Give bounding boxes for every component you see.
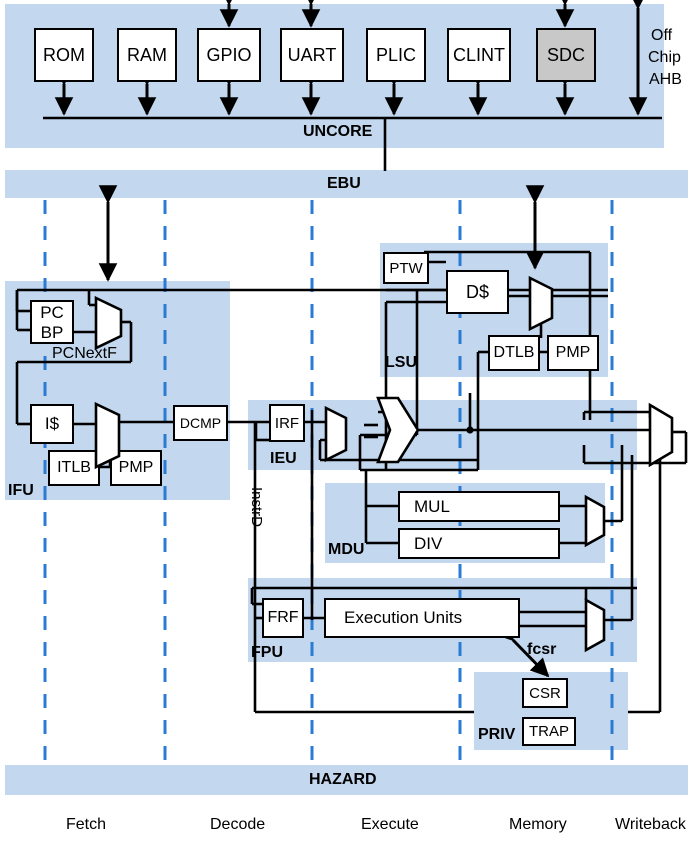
mdu-output-mux: [584, 494, 606, 548]
ifu-address-mux: [94, 401, 121, 470]
alu-shape: [376, 396, 420, 464]
pcnextf-mux: [94, 295, 123, 351]
mux-layer: [94, 275, 674, 653]
fpu-output-mux: [584, 597, 606, 653]
lsu-output-mux: [528, 275, 554, 332]
block-diagram-canvas: ROM RAM GPIO UART PLIC CLINT SDC UNCORE …: [0, 0, 697, 844]
ieu-operand-mux: [324, 405, 348, 463]
writeback-mux: [648, 402, 674, 468]
